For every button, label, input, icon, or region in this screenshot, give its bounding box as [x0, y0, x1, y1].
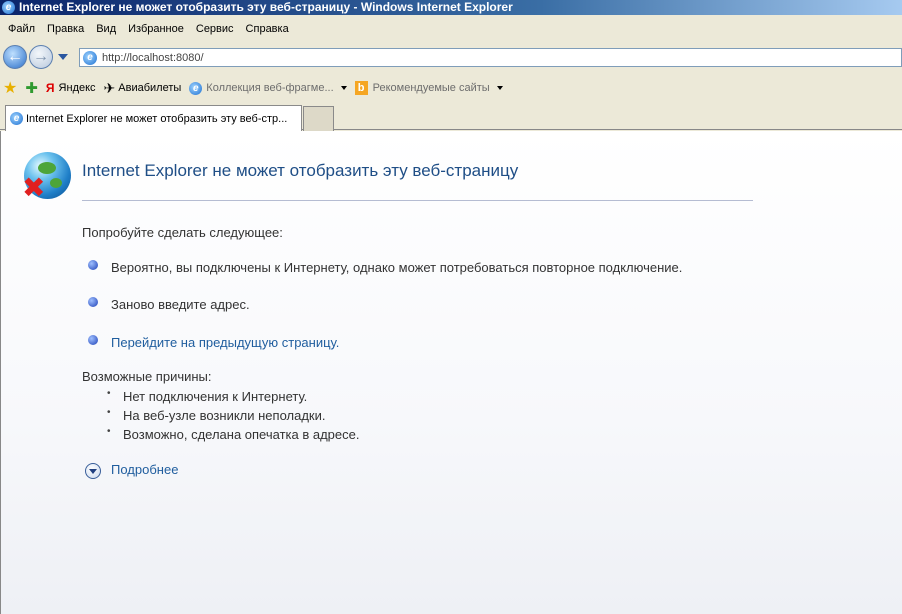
- error-x-icon: ✖: [22, 171, 46, 204]
- favorites-button[interactable]: ★: [3, 78, 17, 98]
- add-favorite-icon: ✚: [25, 80, 38, 97]
- page-icon: e: [83, 50, 97, 65]
- fav-yandex[interactable]: Я Яндекс: [46, 81, 96, 95]
- expand-icon[interactable]: [85, 463, 101, 479]
- try-label: Попробуйте сделать следующее:: [82, 225, 283, 240]
- more-info-link[interactable]: Подробнее: [111, 462, 178, 477]
- plane-icon: ✈: [103, 79, 116, 96]
- history-dropdown-icon[interactable]: [58, 54, 68, 60]
- reasons-label: Возможные причины:: [82, 369, 212, 384]
- fav-recommended-label: Рекомендуемые сайты: [372, 82, 490, 94]
- address-bar[interactable]: e http://localhost:8080/: [79, 48, 902, 67]
- title-bar: e Internet Explorer не может отобразить …: [0, 0, 902, 15]
- add-favorites-button[interactable]: ✚: [25, 79, 38, 97]
- back-button[interactable]: ←: [3, 45, 27, 69]
- menu-edit[interactable]: Правка: [41, 23, 90, 35]
- reason-item: Возможно, сделана опечатка в адресе.: [107, 426, 359, 442]
- fav-avia-label: Авиабилеты: [118, 82, 182, 94]
- new-tab-button[interactable]: [303, 106, 334, 131]
- page-title: Internet Explorer не может отобразить эт…: [82, 161, 519, 180]
- suggestion-retype: Заново введите адрес.: [111, 297, 250, 312]
- divider: [82, 200, 753, 201]
- bullet-icon: [88, 260, 98, 270]
- fav-avia[interactable]: ✈ Авиабилеты: [104, 80, 182, 97]
- bing-icon: b: [354, 81, 368, 95]
- favorites-bar: ★ ✚ Я Яндекс ✈ Авиабилеты e Коллекция веб-ф…: [0, 76, 902, 100]
- fav-yandex-label: Яндекс: [58, 82, 96, 94]
- bullet-icon: [88, 335, 98, 345]
- menu-tools[interactable]: Сервис: [190, 23, 240, 35]
- url-port: :8080/: [172, 51, 204, 64]
- menu-view[interactable]: Вид: [90, 23, 122, 35]
- reason-item: На веб-узле возникли неполадки.: [107, 407, 325, 423]
- fav-gallery-label: Коллекция веб-фрагме...: [206, 82, 334, 94]
- url-host: http://localhost: [102, 51, 173, 64]
- tab-bar: e Internet Explorer не может отобразить …: [0, 102, 902, 131]
- chevron-down-icon: [340, 86, 347, 90]
- window-title: Internet Explorer не может отобразить эт…: [19, 0, 513, 14]
- chevron-down-icon: [496, 86, 503, 90]
- star-icon: ★: [3, 80, 18, 97]
- fav-gallery[interactable]: e Коллекция веб-фрагме...: [189, 81, 347, 95]
- menu-bar: Файл Правка Вид Избранное Сервис Справка: [0, 19, 902, 39]
- forward-button[interactable]: →: [29, 45, 53, 69]
- reason-item: Нет подключения к Интернету.: [107, 388, 307, 404]
- tab-current[interactable]: e Internet Explorer не может отобразить …: [5, 105, 302, 131]
- yandex-icon: Я: [45, 81, 55, 95]
- ie-icon: e: [2, 1, 15, 14]
- suggestion-reconnect: Вероятно, вы подключены к Интернету, одн…: [111, 260, 683, 275]
- bullet-icon: [88, 297, 98, 307]
- ie-icon: e: [189, 81, 203, 95]
- go-back-link[interactable]: Перейдите на предыдущую страницу.: [111, 335, 339, 350]
- navigation-bar: ← → e http://localhost:8080/: [0, 41, 902, 73]
- page-content: ✖ Internet Explorer не может отобразить …: [0, 131, 902, 614]
- menu-help[interactable]: Справка: [240, 23, 295, 35]
- menu-file[interactable]: Файл: [2, 23, 41, 35]
- tab-label: Internet Explorer не может отобразить эт…: [26, 112, 288, 125]
- globe-error-icon: ✖: [22, 152, 71, 204]
- ie-icon: e: [10, 112, 23, 125]
- menu-favorites[interactable]: Избранное: [122, 23, 190, 35]
- fav-recommended[interactable]: b Рекомендуемые сайты: [354, 81, 503, 95]
